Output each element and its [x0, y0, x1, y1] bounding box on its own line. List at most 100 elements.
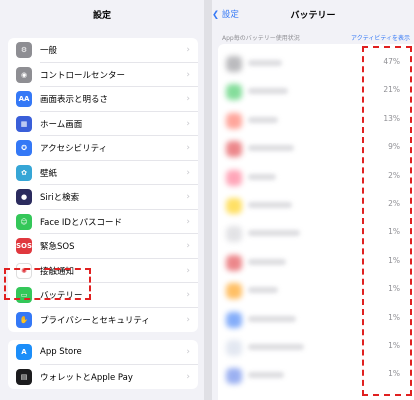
- chevron-right-icon: ›: [186, 265, 190, 276]
- app-usage-row[interactable]: 1%: [218, 304, 414, 332]
- wallpaper-icon: ✿: [16, 164, 32, 181]
- usage-header: App毎のバッテリー使用状況: [222, 35, 300, 42]
- app-name-blurred: [248, 60, 282, 66]
- chevron-right-icon: ›: [186, 192, 190, 203]
- settings-row-label: Siriと検索: [40, 193, 80, 204]
- battery-title: バッテリー: [290, 11, 336, 21]
- chevron-right-icon: ›: [186, 45, 190, 56]
- app-name-blurred: [248, 88, 288, 95]
- settings-row-label: 一般: [40, 46, 58, 57]
- settings-row[interactable]: ▤ ウォレットとApple Pay ›: [8, 365, 198, 390]
- chevron-right-icon: ›: [186, 118, 190, 129]
- settings-row-label: コントロールセンター: [40, 70, 126, 81]
- app-name-blurred: [248, 287, 278, 294]
- settings-row-label: ホーム画面: [40, 119, 83, 130]
- app-icon-blurred: [226, 226, 242, 243]
- app-icon-blurred: [226, 340, 242, 356]
- settings-title: 設定: [92, 11, 111, 21]
- battery-nav-bar: ❮ 設定 バッテリー: [212, 0, 414, 30]
- app-name-blurred: [248, 230, 300, 237]
- settings-row[interactable]: ◉ コントロールセンター ›: [8, 63, 198, 87]
- siri-icon: ●: [16, 189, 32, 206]
- battery-icon: ▭: [16, 287, 32, 304]
- chevron-right-icon: ›: [186, 347, 190, 358]
- app-icon-blurred: [226, 112, 242, 129]
- settings-row[interactable]: ✿ 壁紙 ›: [8, 161, 198, 185]
- settings-row[interactable]: SOS 緊急SOS ›: [8, 234, 198, 259]
- chevron-right-icon: ›: [186, 371, 190, 382]
- face-id-icon: ☺: [16, 213, 32, 230]
- settings-row-label: Face IDとパスコード: [40, 217, 122, 228]
- app-usage-row[interactable]: 47%: [218, 48, 414, 76]
- settings-row-label: App Store: [40, 347, 82, 358]
- chevron-right-icon: ›: [186, 167, 190, 178]
- app-name-blurred: [248, 258, 286, 265]
- sos-icon: SOS: [16, 238, 32, 255]
- chevron-right-icon: ›: [186, 290, 190, 301]
- settings-row[interactable]: AA 画面表示と明るさ ›: [8, 87, 198, 112]
- control-center-icon: ◉: [16, 66, 32, 83]
- app-usage-list: 47% 21% 13% 9% 2% 2% 1% 1% 1% 1% 1% 1%: [218, 44, 414, 400]
- app-usage-row[interactable]: 9%: [218, 133, 414, 161]
- app-store-icon: A: [16, 344, 32, 361]
- wallet-icon: ▤: [16, 368, 32, 385]
- app-usage-row[interactable]: 1%: [218, 332, 414, 360]
- show-activity-link[interactable]: アクティビティを表示: [351, 33, 410, 42]
- settings-row[interactable]: ✪ アクセシビリティ ›: [8, 136, 198, 161]
- settings-row[interactable]: ✺ 接触通知 ›: [8, 259, 198, 283]
- battery-panel: ❮ 設定 バッテリー App毎のバッテリー使用状況 アクティビティを表示 47%…: [212, 0, 414, 400]
- app-icon-blurred: [226, 141, 242, 158]
- settings-row[interactable]: ▦ ホーム画面 ›: [8, 112, 198, 136]
- app-usage-percent: 1%: [388, 341, 400, 350]
- app-usage-row[interactable]: 2%: [218, 190, 414, 218]
- app-icon-blurred: [226, 368, 242, 385]
- app-usage-percent: 21%: [383, 85, 400, 95]
- app-name-blurred: [248, 202, 292, 208]
- settings-group-store: A App Store › ▤ ウォレットとApple Pay ›: [8, 340, 198, 389]
- display-brightness-icon: AA: [16, 91, 32, 108]
- app-usage-row[interactable]: 1%: [218, 275, 414, 303]
- app-icon-blurred: [226, 198, 242, 214]
- app-usage-row[interactable]: 13%: [218, 105, 414, 133]
- app-icon-blurred: [226, 169, 242, 186]
- gear-icon: ⚙: [16, 42, 32, 59]
- app-icon-blurred: [226, 56, 242, 72]
- app-name-blurred: [248, 173, 276, 180]
- app-usage-percent: 2%: [388, 199, 400, 208]
- settings-row[interactable]: ▭ バッテリー ›: [8, 283, 198, 308]
- settings-group-main: ⚙ 一般 › ◉ コントロールセンター › AA 画面表示と明るさ › ▦ ホーム画面 › ✪ アクセシビ…: [8, 38, 198, 332]
- app-usage-row[interactable]: 2%: [218, 162, 414, 190]
- settings-row[interactable]: ✋ プライバシーとセキュリティ ›: [8, 308, 198, 333]
- settings-row-label: バッテリー: [40, 291, 83, 302]
- chevron-right-icon: ›: [186, 69, 190, 80]
- settings-row-label: ウォレットとApple Pay: [40, 372, 133, 383]
- accessibility-icon: ✪: [16, 140, 32, 157]
- settings-row[interactable]: ● Siriと検索 ›: [8, 185, 198, 210]
- settings-row[interactable]: A App Store ›: [8, 340, 198, 365]
- app-usage-row[interactable]: 21%: [218, 76, 414, 104]
- app-name-blurred: [248, 372, 284, 379]
- settings-row[interactable]: ⚙ 一般 ›: [8, 38, 198, 63]
- app-usage-percent: 2%: [388, 170, 400, 180]
- app-usage-row[interactable]: 1%: [218, 360, 414, 388]
- app-icon-blurred: [226, 283, 242, 300]
- app-usage-percent: 1%: [388, 255, 400, 265]
- exposure-notification-icon: ✺: [16, 262, 32, 279]
- app-icon-blurred: [226, 84, 242, 101]
- app-usage-percent: 1%: [388, 369, 400, 379]
- app-usage-row[interactable]: 1%: [218, 247, 414, 275]
- app-name-blurred: [248, 315, 296, 322]
- app-usage-percent: 1%: [388, 284, 400, 294]
- privacy-hand-icon: ✋: [16, 311, 32, 328]
- chevron-right-icon: ›: [186, 314, 190, 325]
- app-usage-row[interactable]: 1%: [218, 218, 414, 246]
- settings-panel: 設定 ⚙ 一般 › ◉ コントロールセンター › AA 画面表示と明るさ › ▦ ホーム画面 › ✪ アク…: [0, 0, 204, 400]
- app-usage-percent: 1%: [388, 227, 400, 237]
- app-name-blurred: [248, 145, 294, 152]
- panel-divider: [204, 0, 212, 400]
- app-usage-percent: 13%: [383, 113, 400, 123]
- settings-row-label: 画面表示と明るさ: [40, 95, 109, 106]
- settings-row[interactable]: ☺ Face IDとパスコード ›: [8, 210, 198, 234]
- settings-row-label: プライバシーとセキュリティ: [40, 315, 150, 326]
- chevron-right-icon: ›: [186, 216, 190, 227]
